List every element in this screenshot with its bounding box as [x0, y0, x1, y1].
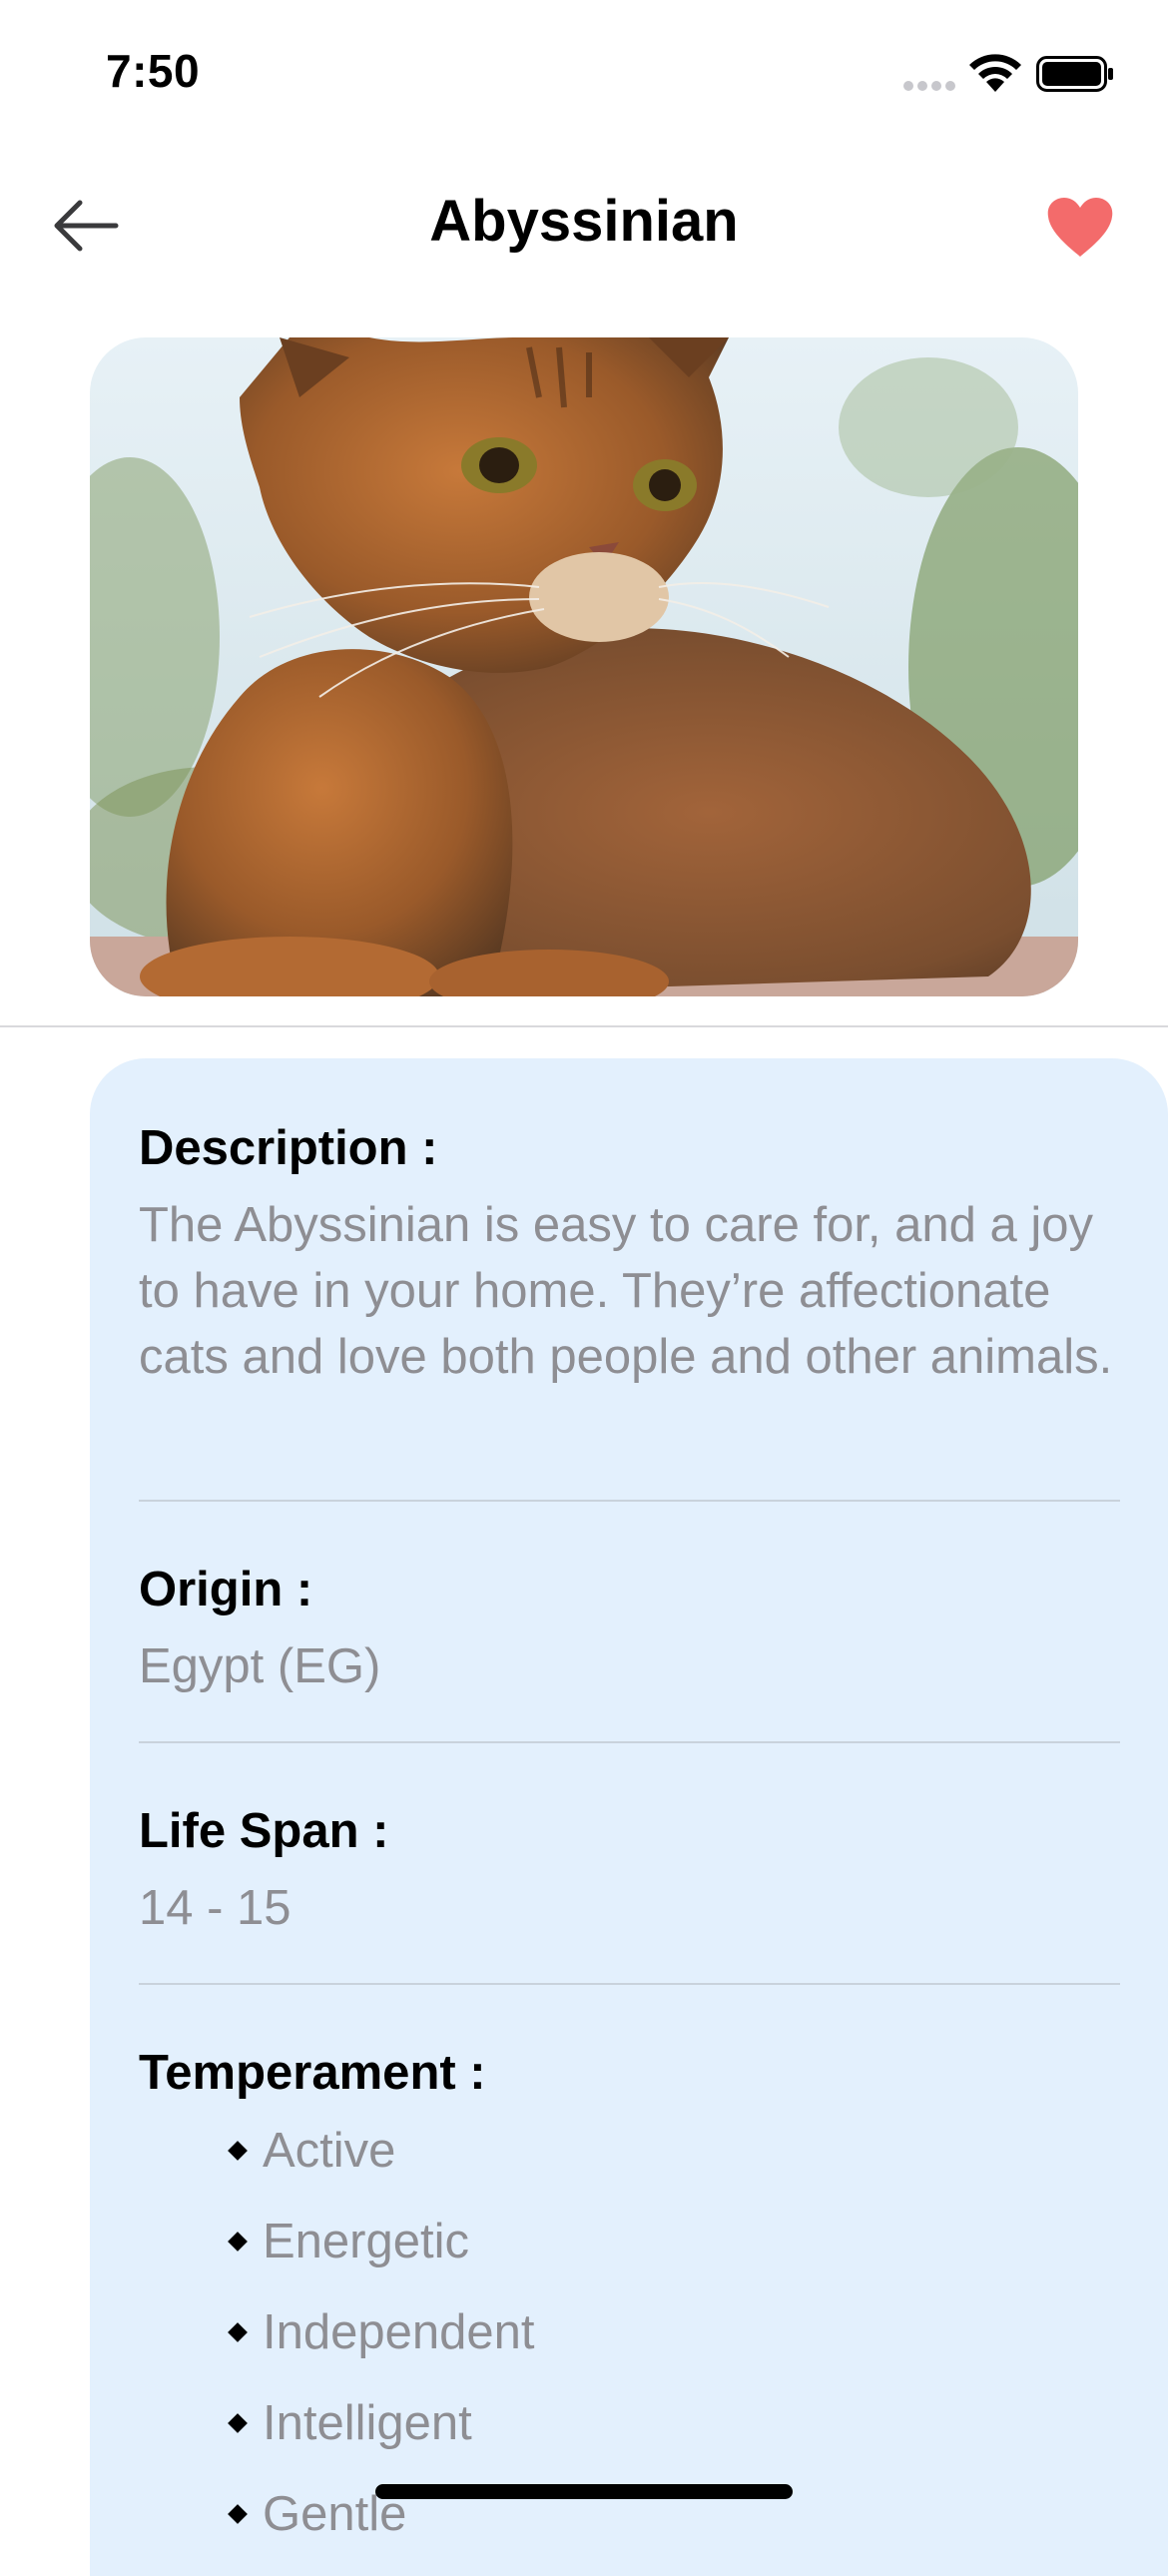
- description-section: Description : The Abyssinian is easy to …: [139, 1118, 1120, 1390]
- home-indicator[interactable]: [375, 2484, 793, 2499]
- life-span-label: Life Span :: [139, 1804, 389, 1858]
- section-divider: [0, 1025, 1168, 1027]
- navigation-bar: Abyssinian: [0, 150, 1168, 300]
- battery-icon: [1036, 56, 1113, 92]
- life-span-value: 14 - 15: [139, 1881, 292, 1935]
- bullet-icon: [228, 2322, 248, 2342]
- temperament-label: Temperament :: [139, 2046, 486, 2100]
- origin-label: Origin :: [139, 1563, 313, 1616]
- description-label: Description :: [139, 1121, 438, 1175]
- status-time: 7:50: [106, 45, 201, 97]
- origin-value: Egypt (EG): [139, 1639, 381, 1693]
- arrow-left-icon: [54, 200, 119, 252]
- temperament-item: Energetic: [263, 2215, 470, 2268]
- cat-photo: [90, 337, 1078, 996]
- life-span-section: Life Span : 14 - 15: [139, 1801, 1120, 1941]
- back-button[interactable]: [40, 186, 130, 266]
- heart-icon: [1047, 198, 1113, 257]
- origin-section: Origin : Egypt (EG): [139, 1560, 1120, 1699]
- bullet-icon: [228, 2141, 248, 2161]
- favorite-button[interactable]: [1032, 188, 1128, 268]
- list-item: Energetic: [139, 2197, 1120, 2287]
- temperament-item: Intelligent: [263, 2396, 472, 2450]
- cat-illustration: [90, 337, 1078, 996]
- bullet-icon: [228, 2232, 248, 2252]
- divider: [139, 1741, 1120, 1743]
- list-item: Active: [139, 2106, 1120, 2197]
- page-title: Abyssinian: [429, 189, 739, 254]
- temperament-item: Active: [263, 2124, 396, 2178]
- bullet-icon: [228, 2413, 248, 2433]
- list-item: Gentle: [139, 2469, 1120, 2560]
- temperament-section: Temperament : Active Energetic Independe…: [139, 2043, 1120, 2560]
- temperament-item: Independent: [263, 2305, 535, 2359]
- divider: [139, 1983, 1120, 1985]
- description-value: The Abyssinian is easy to care for, and …: [139, 1198, 1113, 1384]
- list-item: Independent: [139, 2287, 1120, 2378]
- divider: [139, 1500, 1120, 1502]
- cellular-signal-icon: [903, 81, 955, 91]
- bullet-icon: [228, 2504, 248, 2524]
- wifi-icon: [969, 54, 1021, 92]
- status-bar: 7:50: [0, 0, 1168, 150]
- list-item: Intelligent: [139, 2378, 1120, 2469]
- breed-details-card: Description : The Abyssinian is easy to …: [90, 1058, 1168, 2576]
